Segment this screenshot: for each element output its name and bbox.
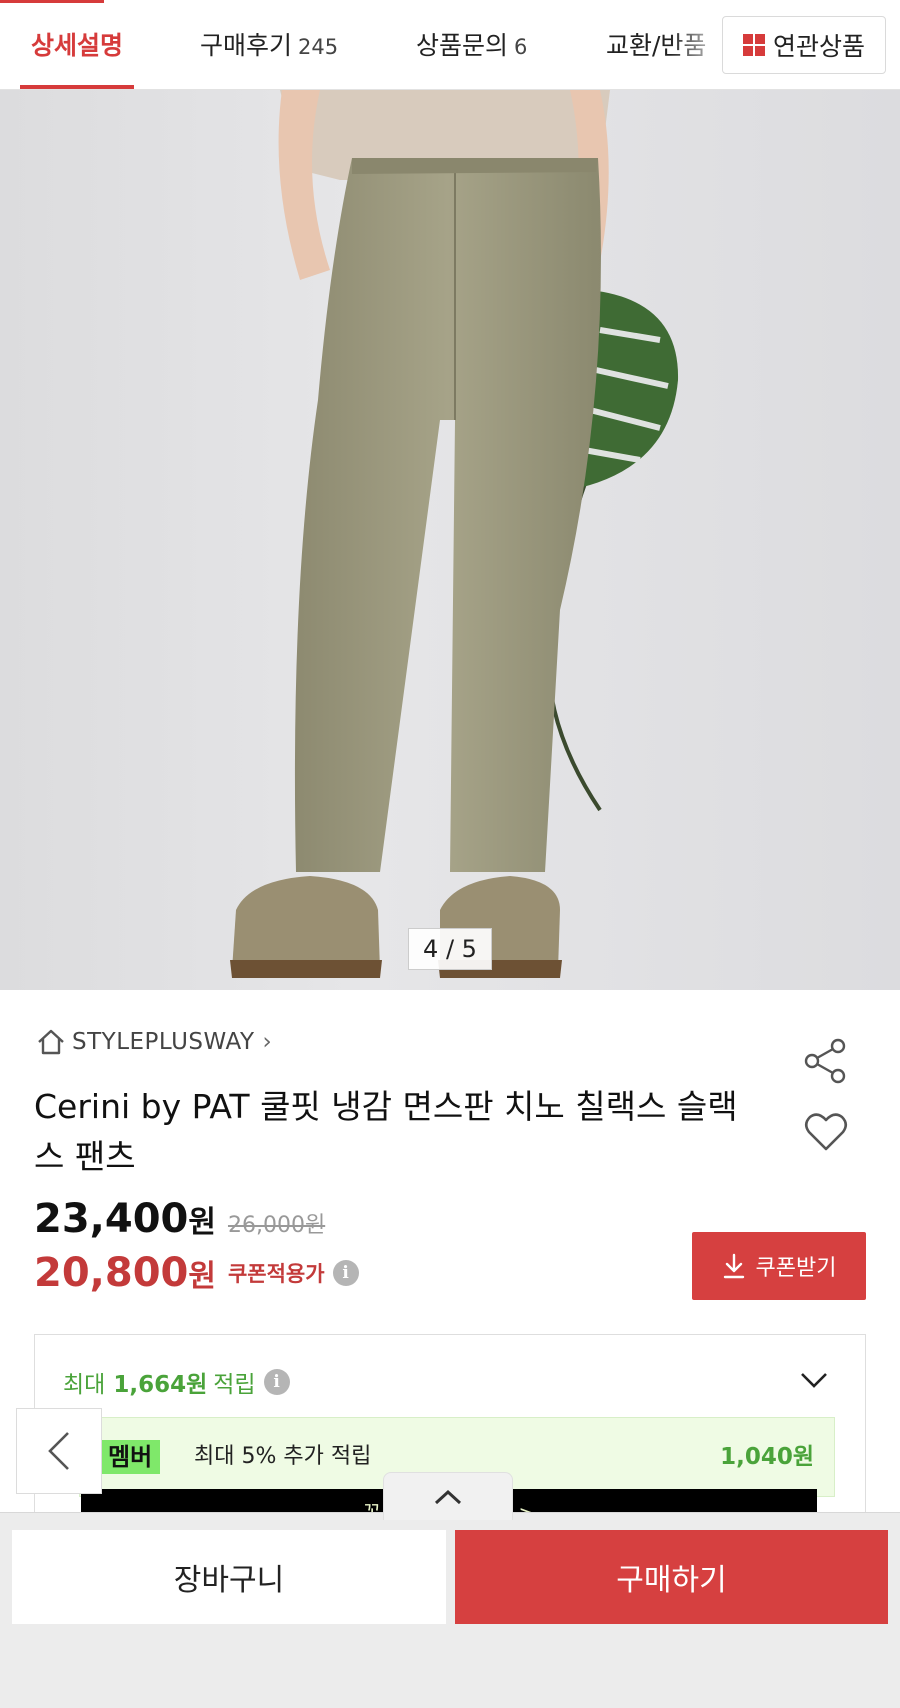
product-image-gallery[interactable]: 4 / 5: [0, 90, 900, 990]
home-icon: [38, 1029, 64, 1055]
related-products-label: 연관상품: [772, 32, 865, 61]
brand-name: STYLEPLUSWAY: [72, 1029, 255, 1055]
chevron-left-icon: [48, 1432, 69, 1470]
expand-handle[interactable]: [383, 1472, 513, 1520]
tab-detail-label: 상세설명: [30, 31, 123, 60]
download-icon: [723, 1253, 744, 1279]
tab-reviews[interactable]: 구매후기 245: [200, 0, 339, 89]
tab-detail[interactable]: 상세설명: [20, 0, 134, 89]
product-photo: [230, 90, 679, 978]
add-to-cart-button[interactable]: 장바구니: [12, 1530, 446, 1624]
points-suffix: 적립: [213, 1372, 256, 1398]
points-summary[interactable]: 최대 1,664원 적립 i: [63, 1365, 290, 1399]
tab-reviews-label: 구매후기: [200, 31, 293, 60]
buy-now-button[interactable]: 구매하기: [455, 1530, 888, 1624]
info-icon[interactable]: i: [332, 1260, 359, 1286]
original-price: 26,000원: [227, 1213, 326, 1238]
brand-link[interactable]: STYLEPLUSWAY ›: [36, 1024, 272, 1060]
share-button[interactable]: [800, 1036, 850, 1086]
tab-inquiry-label: 상품문의: [416, 31, 509, 60]
product-title: Cerini by PAT 쿨핏 냉감 면스판 치노 칠랙스 슬랙스 팬츠: [34, 1087, 738, 1176]
tab-bar: 상세설명 구매후기 245 상품문의 6 교환/반품 연관상품: [0, 0, 900, 90]
tab-reviews-count: 245: [298, 35, 339, 59]
points-amount: 1,664원: [113, 1372, 208, 1398]
back-button[interactable]: [16, 1408, 102, 1494]
coupon-price-unit: 원: [188, 1259, 216, 1294]
purchase-bar: 장바구니 구매하기: [0, 1512, 900, 1708]
member-badge: 멤버: [100, 1440, 161, 1474]
member-benefit-amount: 1,040원: [720, 1444, 814, 1470]
points-prefix: 최대: [63, 1372, 106, 1398]
chevron-up-icon: [434, 1489, 462, 1504]
brand-chevron: ›: [262, 1029, 273, 1055]
sale-price-unit: 원: [188, 1205, 216, 1240]
progress-line: [0, 0, 104, 3]
wishlist-button[interactable]: [802, 1108, 850, 1156]
get-coupon-button[interactable]: 쿠폰받기: [692, 1232, 866, 1300]
coupon-price-row: 20,800 원 쿠폰적용가 i: [34, 1250, 359, 1296]
coupon-price: 20,800: [34, 1250, 189, 1296]
heart-icon: [804, 1113, 848, 1151]
grid-icon: [742, 34, 765, 56]
related-products-button[interactable]: 연관상품: [722, 16, 886, 74]
price-row: 23,400 원 26,000원: [34, 1196, 325, 1242]
member-benefit-text: 최대 5% 추가 적립: [194, 1444, 372, 1469]
tab-inquiry[interactable]: 상품문의 6: [416, 0, 528, 89]
gallery-counter: 4 / 5: [408, 928, 492, 970]
chevron-down-icon[interactable]: [799, 1365, 829, 1395]
coupon-price-label: 쿠폰적용가: [227, 1262, 325, 1286]
sale-price: 23,400: [34, 1196, 189, 1242]
tab-fade: [670, 0, 730, 89]
get-coupon-label: 쿠폰받기: [755, 1256, 837, 1281]
tab-inquiry-count: 6: [514, 35, 528, 59]
share-icon: [804, 1038, 846, 1084]
points-info-icon[interactable]: i: [263, 1369, 290, 1395]
